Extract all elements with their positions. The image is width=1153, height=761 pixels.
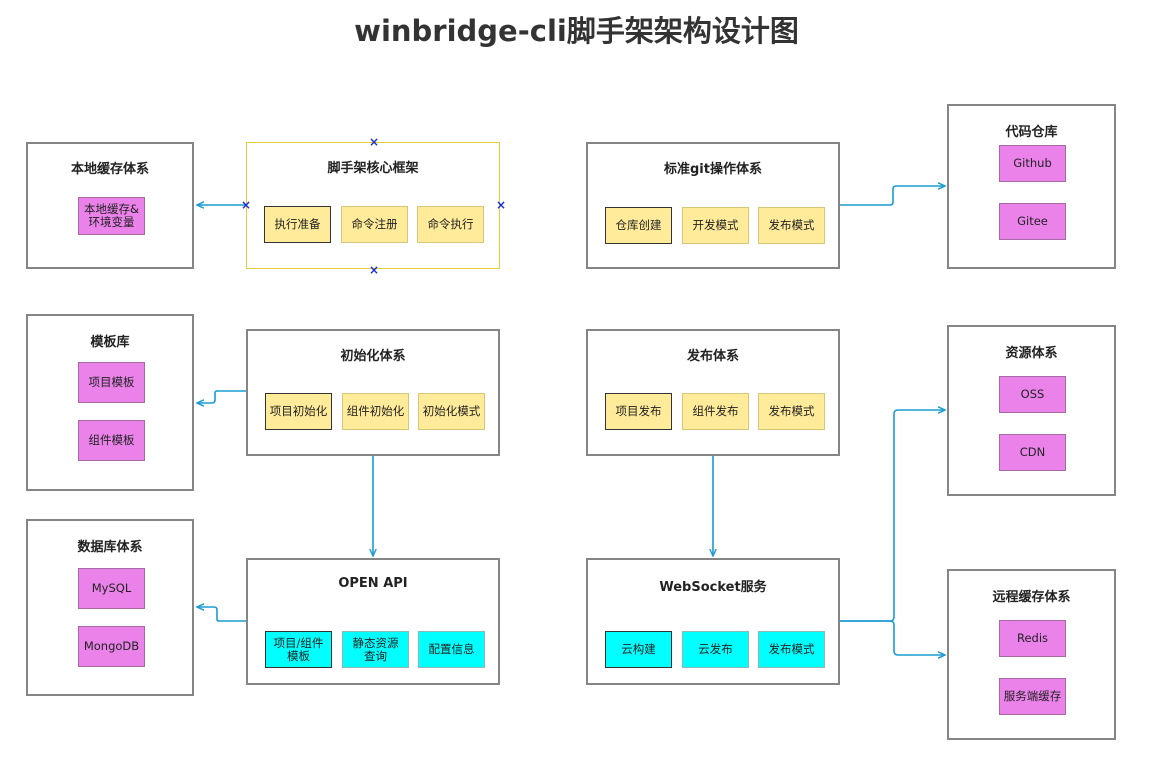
box-git-ops[interactable]: 标准git操作体系 仓库创建 开发模式 发布模式 (586, 142, 840, 269)
box-git-ops-title: 标准git操作体系 (664, 162, 762, 177)
box-resource-system-title: 资源体系 (1005, 346, 1058, 361)
item-dev-mode[interactable]: 开发模式 (682, 207, 749, 244)
item-component-template[interactable]: 组件模板 (78, 420, 145, 461)
box-publish-system-title: 发布体系 (686, 349, 739, 364)
item-exec-prepare[interactable]: 执行准备 (264, 206, 331, 243)
box-local-cache[interactable]: 本地缓存体系 本地缓存& 环境变量 (26, 142, 194, 269)
item-server-cache[interactable]: 服务端缓存 (999, 678, 1066, 715)
box-core-framework[interactable]: 脚手架核心框架 执行准备 命令注册 命令执行 (246, 142, 500, 269)
resize-handle-right[interactable]: × (496, 199, 506, 211)
arrow-openapi-to-database (197, 607, 246, 622)
item-project-template[interactable]: 项目模板 (78, 362, 145, 403)
arrow-websocket-to-resource (840, 410, 945, 622)
item-project-component-template-api[interactable]: 项目/组件 模板 (265, 631, 332, 668)
box-remote-cache-title: 远程缓存体系 (992, 590, 1071, 605)
arrow-websocket-to-remote-cache (840, 620, 945, 655)
item-project-init[interactable]: 项目初始化 (265, 393, 332, 430)
box-core-framework-title: 脚手架核心框架 (327, 161, 419, 176)
item-static-resource-query[interactable]: 静态资源 查询 (342, 631, 409, 668)
item-component-publish[interactable]: 组件发布 (682, 393, 749, 430)
item-repo-create[interactable]: 仓库创建 (605, 207, 672, 244)
item-local-cache-env[interactable]: 本地缓存& 环境变量 (78, 197, 145, 235)
box-code-repo[interactable]: 代码仓库 Github Gitee (947, 104, 1116, 269)
item-oss[interactable]: OSS (999, 376, 1066, 413)
box-code-repo-title: 代码仓库 (1005, 125, 1058, 140)
box-template-lib[interactable]: 模板库 项目模板 组件模板 (26, 314, 194, 491)
item-cloud-build[interactable]: 云构建 (605, 631, 672, 668)
box-init-system[interactable]: 初始化体系 项目初始化 组件初始化 初始化模式 (246, 329, 500, 456)
box-database-system[interactable]: 数据库体系 MySQL MongoDB (26, 519, 194, 696)
box-local-cache-title: 本地缓存体系 (70, 162, 149, 177)
item-publish-mode-3[interactable]: 发布模式 (758, 631, 825, 668)
box-init-system-title: 初始化体系 (340, 349, 406, 364)
item-component-init[interactable]: 组件初始化 (342, 393, 409, 430)
item-publish-mode[interactable]: 发布模式 (758, 207, 825, 244)
resize-handle-top[interactable]: × (369, 136, 379, 148)
item-command-register[interactable]: 命令注册 (341, 206, 408, 243)
item-cloud-publish[interactable]: 云发布 (682, 631, 749, 668)
box-remote-cache[interactable]: 远程缓存体系 Redis 服务端缓存 (947, 569, 1116, 740)
item-command-exec[interactable]: 命令执行 (417, 206, 484, 243)
item-mongodb[interactable]: MongoDB (78, 626, 145, 667)
item-init-mode[interactable]: 初始化模式 (418, 393, 485, 430)
box-open-api[interactable]: OPEN API 项目/组件 模板 静态资源 查询 配置信息 (246, 558, 500, 685)
item-config-info[interactable]: 配置信息 (418, 631, 485, 668)
arrow-git-to-repo (840, 186, 945, 206)
box-websocket-service[interactable]: WebSocket服务 云构建 云发布 发布模式 (586, 558, 840, 685)
box-publish-system[interactable]: 发布体系 项目发布 组件发布 发布模式 (586, 329, 840, 456)
box-websocket-service-title: WebSocket服务 (659, 580, 767, 595)
item-github[interactable]: Github (999, 145, 1066, 182)
box-template-lib-title: 模板库 (90, 335, 130, 350)
box-database-system-title: 数据库体系 (77, 540, 143, 555)
item-redis[interactable]: Redis (999, 620, 1066, 657)
box-open-api-title: OPEN API (338, 576, 408, 591)
arrow-init-to-template (197, 390, 246, 403)
resize-handle-left[interactable]: × (241, 199, 251, 211)
resize-handle-bottom[interactable]: × (369, 264, 379, 276)
item-mysql[interactable]: MySQL (78, 568, 145, 609)
box-resource-system[interactable]: 资源体系 OSS CDN (947, 325, 1116, 496)
item-project-publish[interactable]: 项目发布 (605, 393, 672, 430)
item-gitee[interactable]: Gitee (999, 203, 1066, 240)
item-publish-mode-2[interactable]: 发布模式 (758, 393, 825, 430)
item-cdn[interactable]: CDN (999, 434, 1066, 471)
